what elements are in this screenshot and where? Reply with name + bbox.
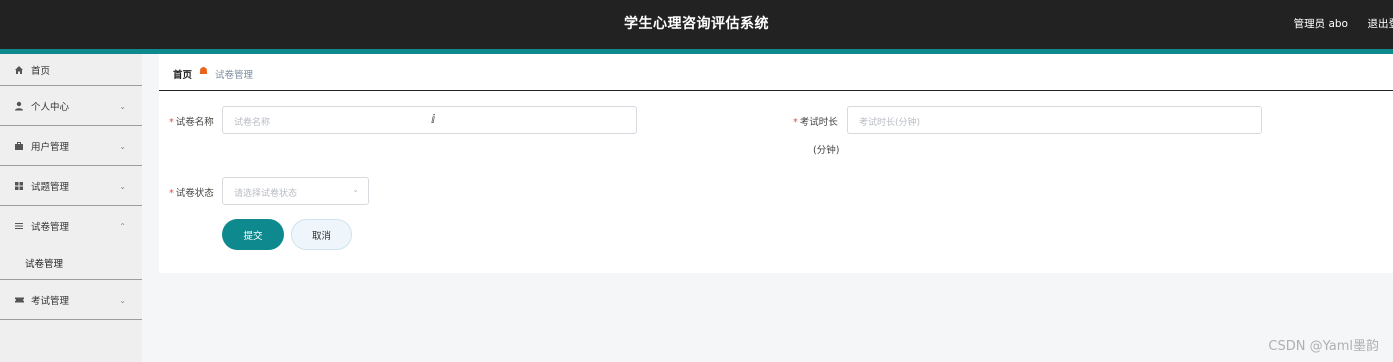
ticket-icon [14,280,25,320]
main-content: 首页 ☗ 试卷管理 * 试卷名称 试卷名称 ⅈ * 考试时长 (分钟) 考试时长(分… [159,54,1393,273]
submit-button[interactable]: 提交 [222,219,284,250]
breadcrumb-current: 试卷管理 [215,70,254,81]
sidebar-subitem-paper-management[interactable]: 试卷管理 [0,246,142,280]
exam-duration-input[interactable]: 考试时长(分钟) [847,106,1262,134]
sidebar-subitem-label: 试卷管理 [25,259,64,270]
exam-duration-unit: (分钟) [813,145,840,156]
app-title: 学生心理咨询评估系统 [624,16,769,32]
logout-link[interactable]: 退出登 [1368,16,1393,31]
sidebar-item-label: 考试管理 [31,296,70,307]
paper-status-label: * 试卷状态 [169,188,214,199]
list-icon [14,206,24,246]
paper-name-label: * 试卷名称 [169,117,214,128]
text-cursor-icon: ⅈ [431,112,436,126]
breadcrumb-home[interactable]: 首页 [173,67,192,81]
paper-name-input[interactable]: 试卷名称 [222,106,637,134]
user-icon [14,86,24,126]
exam-duration-placeholder: 考试时长(分钟) [859,118,921,128]
chevron-up-icon: ⌃ [119,221,126,231]
sidebar-item-label: 个人中心 [31,102,70,113]
chevron-down-icon: ⌄ [119,141,126,151]
sidebar-item-label: 试卷管理 [31,222,70,233]
sidebar-item-paper-management[interactable]: 试卷管理 ⌃ [0,206,142,246]
chevron-down-icon: ⌄ [119,295,126,305]
sidebar: 首页 个人中心 ⌄ 用户管理 ⌄ 试题管理 ⌄ 试卷管理 ⌃ 试卷管理 考试管理… [0,54,142,362]
paper-status-placeholder: 请选择试卷状态 [234,189,298,199]
exam-duration-label: * 考试时长 [793,117,838,128]
home-icon [14,54,24,86]
sidebar-item-question-management[interactable]: 试题管理 ⌄ [0,166,142,206]
watermark: CSDN @Yaml墨韵 [1268,339,1379,354]
sidebar-item-label: 用户管理 [31,142,70,153]
grid-icon [14,166,24,206]
chevron-down-icon: ⌄ [352,185,359,194]
sidebar-item-label: 首页 [31,66,51,77]
chevron-down-icon: ⌄ [119,101,126,111]
breadcrumb: 首页 ☗ 试卷管理 [159,54,1393,91]
breadcrumb-separator-icon: ☗ [199,66,208,77]
sidebar-item-home[interactable]: 首页 [0,54,142,86]
paper-name-placeholder: 试卷名称 [234,118,271,128]
briefcase-icon [14,126,24,166]
sidebar-item-exam-management[interactable]: 考试管理 ⌄ [0,280,142,320]
cancel-button[interactable]: 取消 [291,219,352,250]
top-bar: 学生心理咨询评估系统 管理员 abo 退出登 [0,0,1393,49]
sidebar-item-personal-center[interactable]: 个人中心 ⌄ [0,86,142,126]
sidebar-item-label: 试题管理 [31,182,70,193]
admin-username: 管理员 abo [1293,18,1348,30]
chevron-down-icon: ⌄ [119,181,126,191]
sidebar-item-user-management[interactable]: 用户管理 ⌄ [0,126,142,166]
paper-status-select[interactable]: 请选择试卷状态 ⌄ [222,177,369,205]
